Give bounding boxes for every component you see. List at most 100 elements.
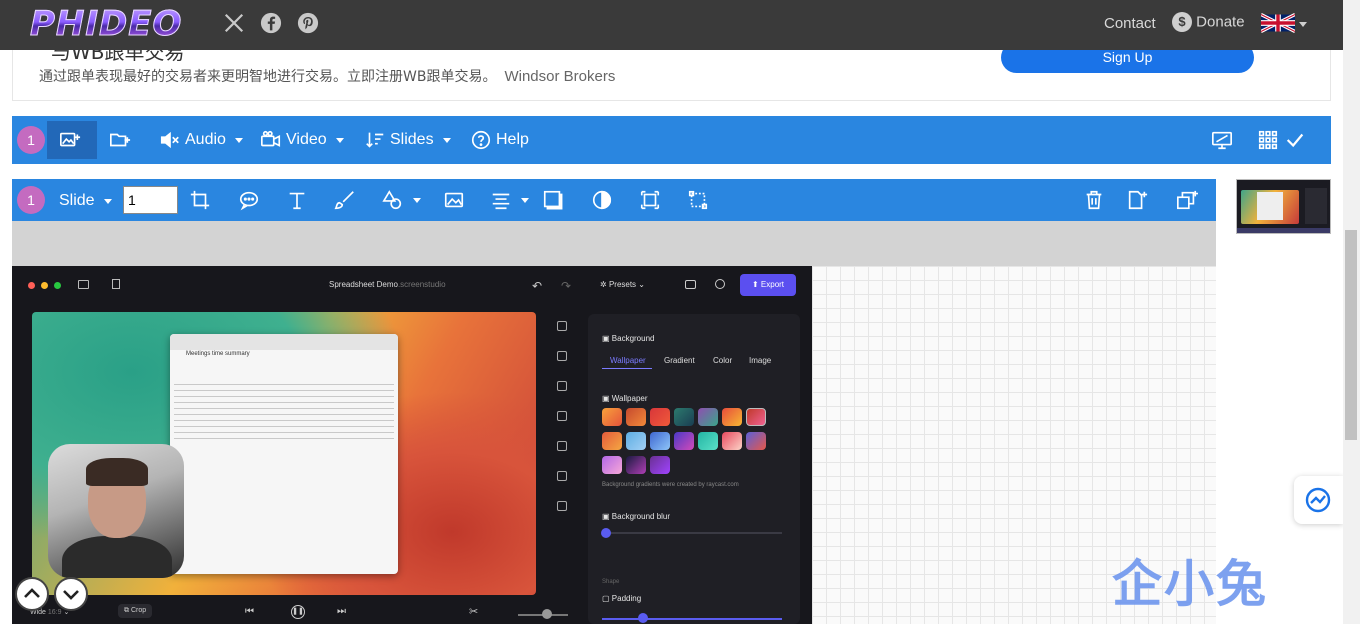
slide-image[interactable]: Spreadsheet Demo.screenstudio ↶ ↷ ✲ Pres… bbox=[12, 266, 812, 624]
main-toolbar: 1 Audio Video Slides Help bbox=[12, 116, 1331, 164]
help-icon bbox=[471, 130, 491, 150]
donate-link[interactable]: $ Donate bbox=[1172, 12, 1245, 32]
spreadsheet-window: Meetings time summary bbox=[170, 334, 398, 574]
sort-icon bbox=[366, 132, 384, 148]
facebook-icon[interactable] bbox=[259, 12, 283, 36]
blur-heading: ▣ Background blur bbox=[602, 512, 671, 521]
language-dropdown-caret[interactable] bbox=[1299, 22, 1307, 27]
align-icon bbox=[492, 193, 510, 210]
tab-wallpaper: Wallpaper bbox=[610, 356, 646, 365]
add-folder-button[interactable] bbox=[109, 129, 131, 151]
check-icon bbox=[1286, 133, 1304, 148]
present-button[interactable] bbox=[1211, 129, 1233, 151]
transform-icon[interactable] bbox=[687, 189, 709, 211]
uk-flag-icon[interactable] bbox=[1261, 13, 1295, 33]
ad-banner[interactable]: 与WB跟单交易 通过跟单表现最好的交易者来更明智地进行交易。立即注册WB跟单交易… bbox=[12, 50, 1331, 101]
trash-icon bbox=[1086, 190, 1102, 210]
tab-color: Color bbox=[713, 356, 733, 365]
grid-view-button[interactable] bbox=[1257, 129, 1279, 151]
scroll-up-button[interactable] bbox=[15, 577, 49, 611]
scissors-icon: ✂ bbox=[469, 606, 479, 618]
site-logo[interactable]: PHIDEO bbox=[29, 4, 182, 45]
comment-icon[interactable] bbox=[238, 189, 260, 211]
image-icon: ▣ bbox=[602, 394, 612, 403]
slide-label: Slide bbox=[59, 192, 95, 209]
grid-icon bbox=[1258, 130, 1278, 150]
sync-icon bbox=[1305, 487, 1331, 513]
copy-plus-icon bbox=[1177, 190, 1198, 210]
audio-menu[interactable]: Audio bbox=[159, 129, 243, 151]
export-button: ⬆ Export bbox=[740, 274, 796, 296]
coin-icon: $ bbox=[1172, 12, 1192, 32]
padding-slider-knob bbox=[638, 613, 648, 623]
video-label: Video bbox=[286, 131, 327, 148]
help-button[interactable]: Help bbox=[470, 129, 529, 151]
new-slide-button[interactable] bbox=[1126, 189, 1148, 211]
shape-heading: Shape bbox=[602, 579, 620, 585]
align-menu[interactable] bbox=[490, 189, 529, 211]
chevron-up-icon bbox=[24, 588, 40, 598]
webcam-overlay bbox=[48, 444, 184, 578]
step-badge: 1 bbox=[17, 126, 45, 154]
duplicate-slide-button[interactable] bbox=[1176, 189, 1198, 211]
floating-helper-widget[interactable] bbox=[1294, 476, 1343, 524]
sign-up-button[interactable]: Sign Up bbox=[1001, 50, 1254, 73]
zoom-slider-knob bbox=[542, 609, 552, 619]
watermark: 企小兔 bbox=[1112, 555, 1268, 613]
screen-icon bbox=[1212, 131, 1232, 150]
tab-gradient: Gradient bbox=[664, 356, 695, 365]
scroll-down-button[interactable] bbox=[54, 577, 88, 611]
video-menu[interactable]: Video bbox=[260, 129, 344, 151]
step-badge: 1 bbox=[17, 186, 45, 214]
delete-slide-button[interactable] bbox=[1083, 189, 1105, 211]
ad-headline: 与WB跟单交易 bbox=[51, 50, 185, 64]
side-tool-icons bbox=[557, 321, 571, 531]
image-icon: ▣ bbox=[602, 512, 612, 521]
image-icon: ▣ bbox=[602, 334, 612, 343]
presets-menu: ✲ Presets ⌄ bbox=[600, 280, 645, 289]
fit-icon[interactable] bbox=[639, 189, 661, 211]
tab-image: Image bbox=[749, 356, 772, 365]
crop-icon[interactable] bbox=[189, 189, 211, 211]
trash-icon bbox=[112, 279, 120, 289]
brush-icon[interactable] bbox=[334, 189, 356, 211]
blur-slider-knob bbox=[601, 528, 611, 538]
border-icon[interactable] bbox=[542, 189, 564, 211]
slide-thumbnail[interactable] bbox=[1236, 179, 1331, 234]
fast-forward-icon: ⏭ bbox=[337, 606, 346, 617]
settings-panel: ▣ Background Wallpaper Gradient Color Im… bbox=[588, 314, 800, 624]
background-heading: ▣ Background bbox=[602, 334, 655, 343]
ad-text: 通过跟单表现最好的交易者来更明智地进行交易。立即注册WB跟单交易。 Windsor… bbox=[39, 66, 615, 86]
shapes-menu[interactable] bbox=[382, 189, 421, 211]
sparkle-icon: ✲ bbox=[600, 280, 609, 289]
text-icon[interactable] bbox=[286, 189, 308, 211]
speaker-mute-icon bbox=[160, 131, 179, 149]
pinterest-icon[interactable] bbox=[296, 12, 320, 36]
help-label: Help bbox=[496, 131, 529, 148]
square-icon: ▢ bbox=[602, 594, 612, 603]
slide-toolbar: 1 Slide 1 bbox=[12, 179, 1216, 221]
slides-label: Slides bbox=[390, 131, 434, 148]
gradient-credit: Background gradients were created by ray… bbox=[602, 482, 739, 488]
audio-label: Audio bbox=[185, 131, 226, 148]
slide-menu[interactable]: Slide bbox=[59, 192, 112, 210]
slides-menu[interactable]: Slides bbox=[364, 129, 451, 151]
x-icon[interactable] bbox=[222, 12, 246, 36]
rewind-icon: ⏮ bbox=[245, 606, 254, 617]
app-title: Spreadsheet Demo.screenstudio bbox=[329, 280, 446, 289]
scrollbar-thumb[interactable] bbox=[1345, 230, 1357, 440]
pause-icon: ❚❚ bbox=[291, 605, 305, 619]
gauge-icon bbox=[715, 279, 725, 289]
image-icon[interactable] bbox=[443, 189, 465, 211]
undo-icon: ↶ bbox=[532, 279, 543, 293]
slide-number-input[interactable]: 1 bbox=[123, 186, 178, 214]
ad-brand: Windsor Brokers bbox=[504, 68, 616, 85]
chevron-down-icon bbox=[63, 590, 79, 600]
contact-link[interactable]: Contact bbox=[1104, 15, 1156, 32]
shapes-icon bbox=[382, 190, 402, 210]
video-camera-icon bbox=[261, 130, 281, 147]
crop-control: ⧉ Crop bbox=[118, 604, 153, 618]
wallpaper-heading: ▣ Wallpaper bbox=[602, 394, 648, 403]
confirm-button[interactable] bbox=[1284, 129, 1306, 151]
contrast-icon[interactable] bbox=[591, 189, 613, 211]
